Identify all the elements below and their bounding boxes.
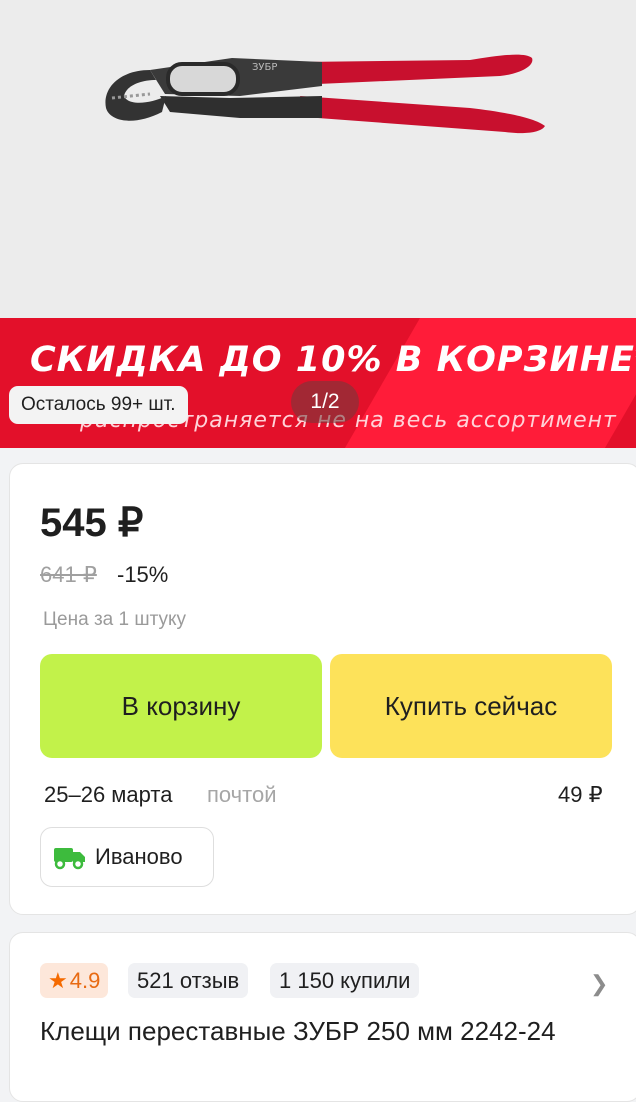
pliers-image: ЗУБР — [105, 54, 545, 134]
price-unit-note: Цена за 1 штуку — [43, 609, 187, 630]
star-icon: ★ — [48, 967, 68, 993]
product-photo[interactable]: ЗУБР — [0, 0, 636, 320]
add-to-cart-button[interactable]: В корзину — [40, 654, 322, 758]
discount-percent: -15% — [117, 562, 169, 587]
delivery-price: 49 ₽ — [558, 782, 603, 807]
old-price: 641 ₽ — [40, 562, 97, 587]
chevron-right-icon[interactable]: ❯ — [590, 971, 608, 997]
buy-now-button[interactable]: Купить сейчас — [330, 654, 612, 758]
product-info-card: ★ 4.9 521 отзыв 1 150 купили ❯ Клещи пер… — [9, 932, 636, 1102]
rating-chip[interactable]: ★ 4.9 — [40, 963, 109, 998]
delivery-truck-icon — [54, 848, 85, 870]
reviews-chip[interactable]: 521 отзыв — [128, 963, 249, 998]
delivery-method: почтой — [207, 782, 277, 807]
bought-count-chip: 1 150 купили — [270, 963, 420, 998]
gallery-pager: 1/2 — [291, 381, 359, 423]
delivery-date: 25–26 марта — [44, 782, 173, 807]
product-gallery[interactable]: ЗУБР СКИДКА ДО 10% В КОРЗИНЕ* распростра… — [0, 0, 636, 448]
delivery-city-button[interactable]: Иваново — [40, 827, 214, 887]
rating-value: 4.9 — [69, 967, 101, 993]
current-price: 545 ₽ — [40, 501, 144, 545]
product-title: Клещи переставные ЗУБР 250 мм 2242-24 — [40, 1016, 556, 1046]
price-card: 545 ₽ 641 ₽ -15% Цена за 1 штуку В корзи… — [9, 463, 636, 915]
delivery-city-label: Иваново — [95, 844, 183, 869]
svg-text:ЗУБР: ЗУБР — [252, 62, 277, 73]
promo-title: СКИДКА ДО 10% В КОРЗИНЕ* — [30, 340, 636, 380]
stock-badge: Осталось 99+ шт. — [9, 386, 188, 424]
